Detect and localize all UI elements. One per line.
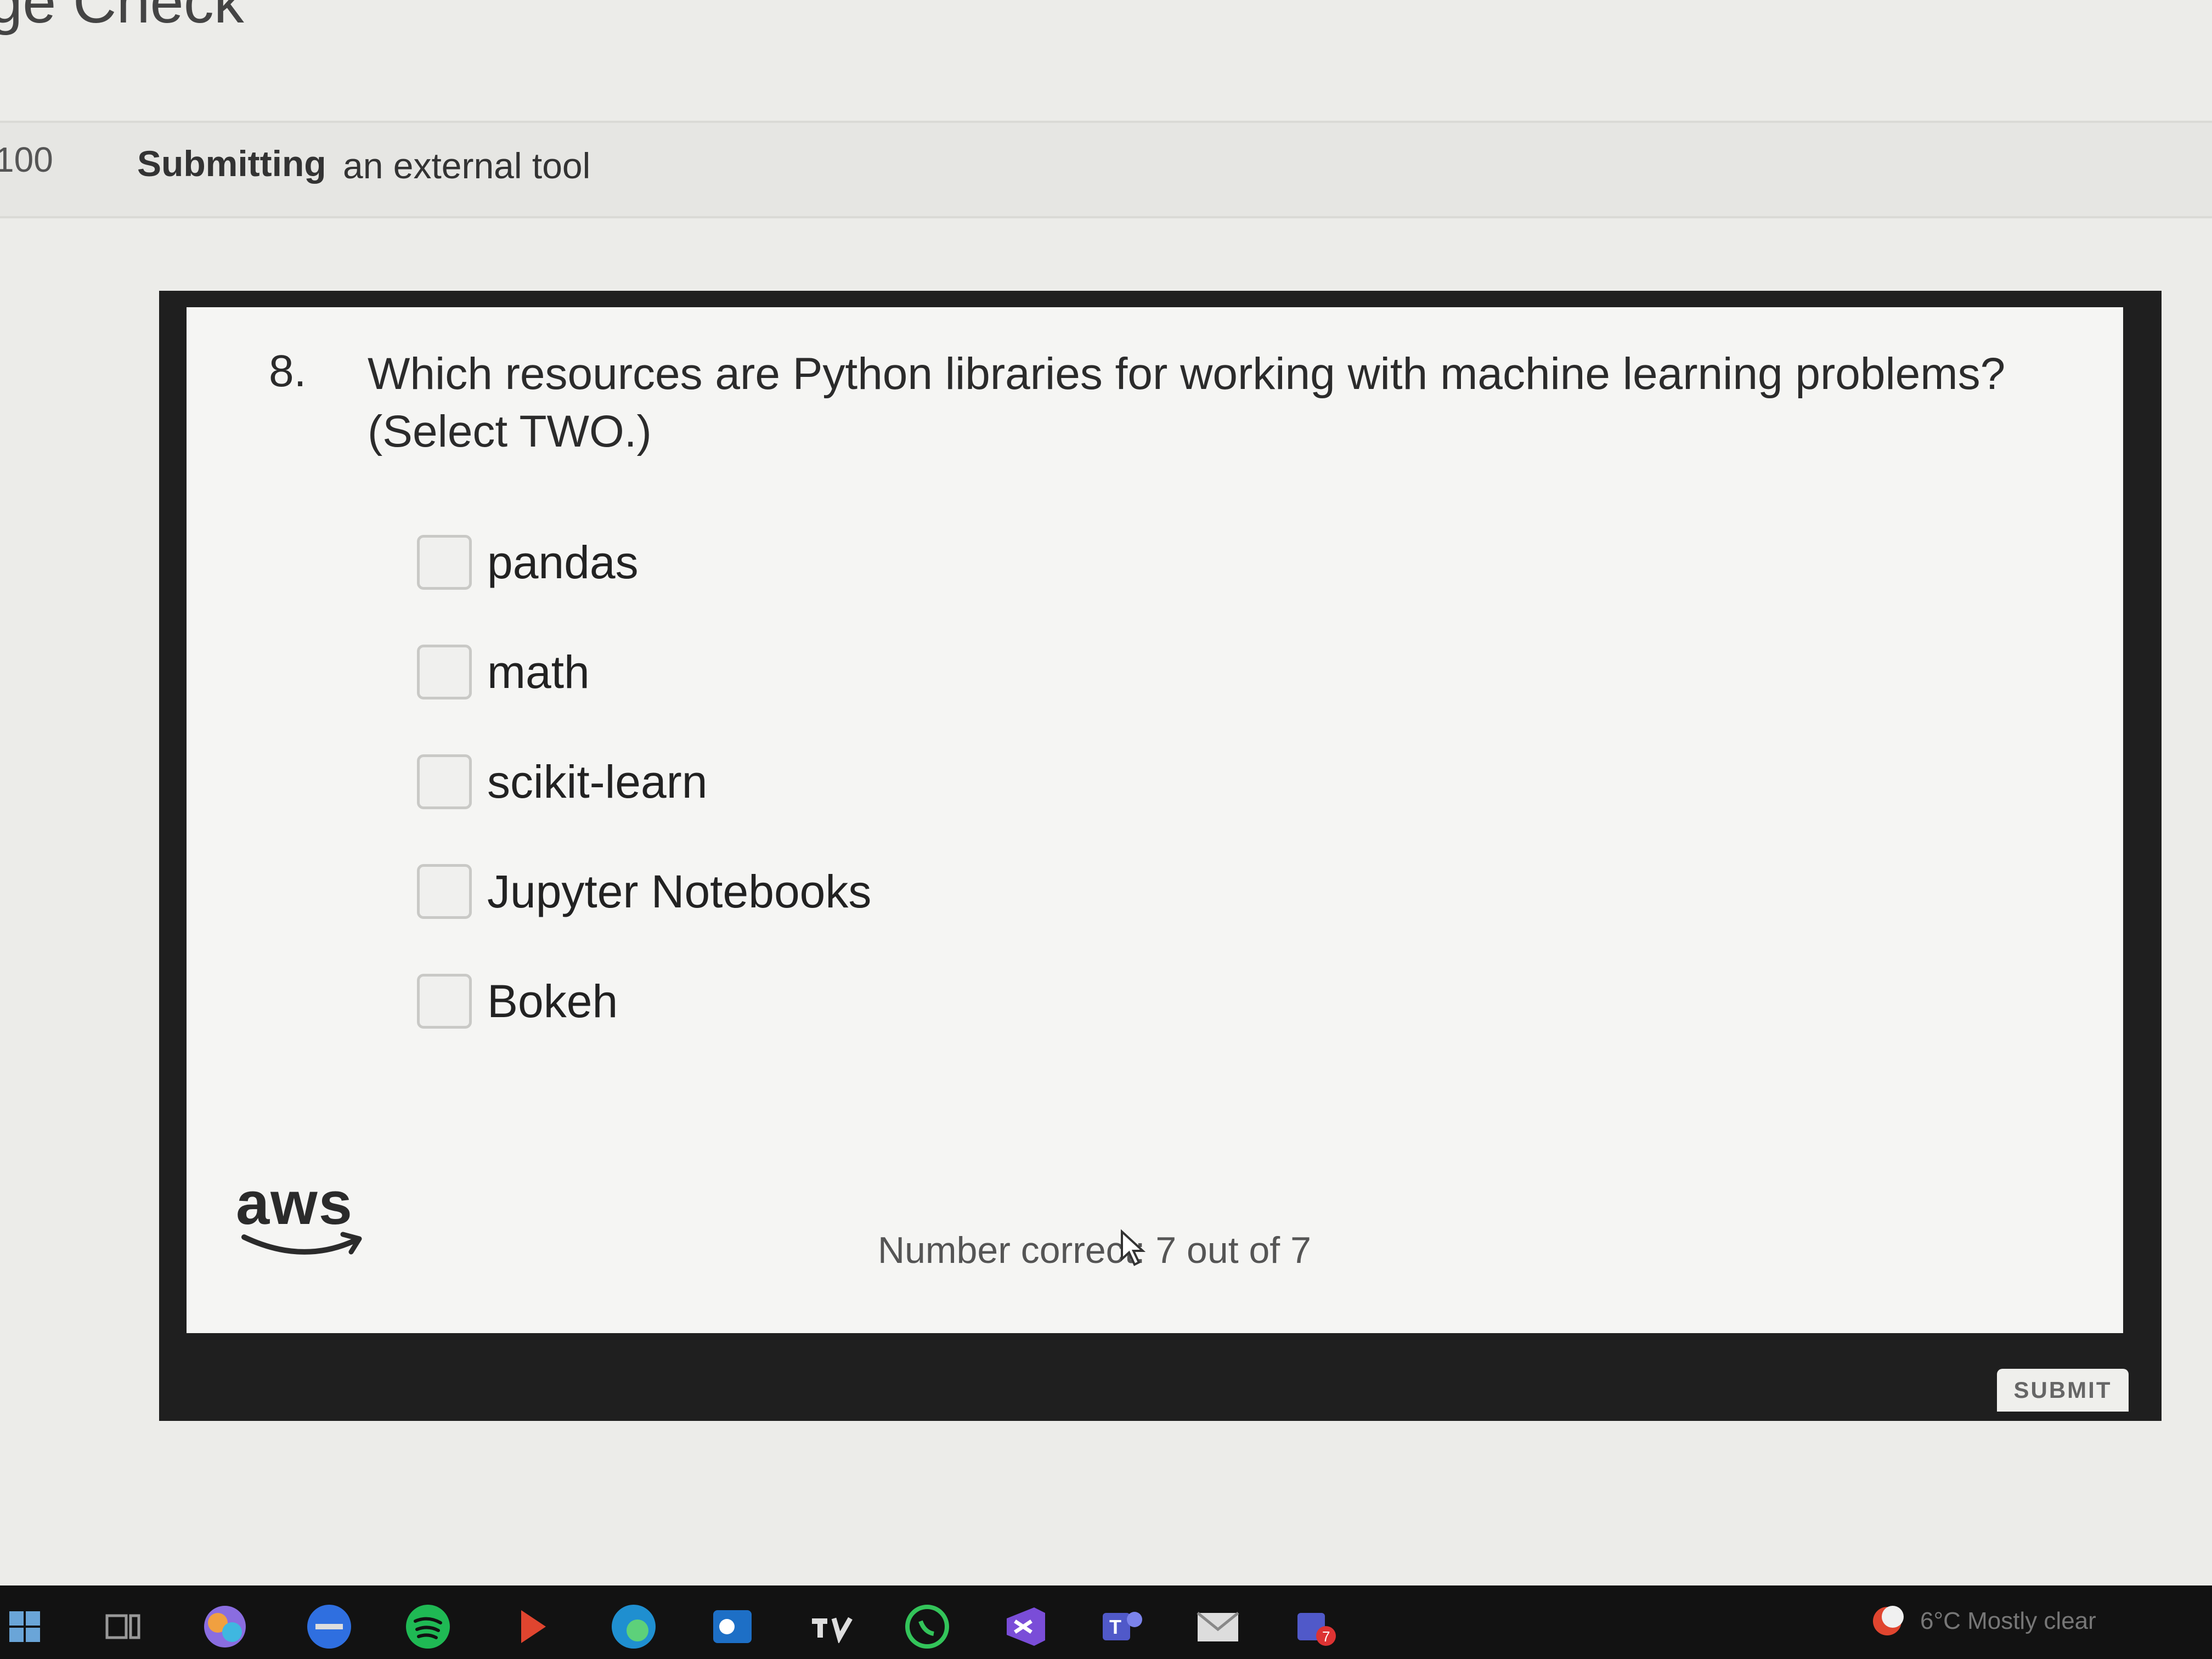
- tradingview-icon[interactable]: [806, 1602, 856, 1651]
- score-text: Number correct: 7 out of 7: [878, 1229, 1311, 1271]
- submit-button[interactable]: SUBMIT: [1997, 1369, 2129, 1412]
- mail-icon[interactable]: [1193, 1602, 1243, 1651]
- question-text: Which resources are Python libraries for…: [368, 349, 2006, 456]
- option-label: Bokeh: [487, 975, 618, 1027]
- mouse-cursor-icon: [1121, 1229, 1146, 1266]
- spotify-icon[interactable]: [403, 1602, 453, 1651]
- checkbox[interactable]: [417, 754, 472, 809]
- teams-notification-icon[interactable]: 7: [1292, 1602, 1341, 1651]
- option-label: scikit-learn: [487, 755, 708, 808]
- option-label: pandas: [487, 536, 639, 588]
- outlook-icon[interactable]: [708, 1602, 757, 1651]
- quiz-frame: 8. Which resources are Python libraries …: [159, 291, 2162, 1421]
- checkbox[interactable]: [417, 864, 472, 919]
- checkbox[interactable]: [417, 535, 472, 590]
- svg-text:7: 7: [1322, 1628, 1330, 1645]
- option-pandas[interactable]: pandas: [417, 532, 871, 592]
- option-jupyter-notebooks[interactable]: Jupyter Notebooks: [417, 861, 871, 922]
- windows-start-icon[interactable]: [0, 1602, 49, 1651]
- points-value: 100: [0, 140, 53, 179]
- option-bokeh[interactable]: Bokeh: [417, 971, 871, 1031]
- option-scikit-learn[interactable]: scikit-learn: [417, 752, 871, 812]
- checkbox[interactable]: [417, 645, 472, 699]
- aws-logo: aws: [236, 1169, 368, 1262]
- svg-text:T: T: [1109, 1616, 1121, 1638]
- whatsapp-icon[interactable]: [902, 1602, 952, 1651]
- teams-icon[interactable]: T: [1097, 1602, 1147, 1651]
- aws-logo-text: aws: [236, 1170, 353, 1237]
- edge-icon[interactable]: [609, 1602, 658, 1651]
- option-math[interactable]: math: [417, 642, 871, 702]
- submitting-value: an external tool: [343, 145, 591, 186]
- page-title: ge Check: [0, 0, 244, 36]
- submitting-label: Submitting: [137, 143, 326, 184]
- media-player-icon[interactable]: [507, 1602, 557, 1651]
- task-view-icon[interactable]: [99, 1602, 148, 1651]
- weather-widget[interactable]: 6°C Mostly clear: [1865, 1599, 2096, 1643]
- quiz-top-bar: [1734, 291, 2162, 303]
- quiz-card: 8. Which resources are Python libraries …: [187, 307, 2123, 1333]
- visual-studio-icon[interactable]: [1001, 1602, 1051, 1651]
- question-number: 8.: [269, 346, 307, 396]
- weather-text: 6°C Mostly clear: [1920, 1607, 2096, 1634]
- copilot-icon[interactable]: [200, 1602, 250, 1651]
- assignment-header: 100 Submitting an external tool: [0, 121, 2212, 218]
- option-label: math: [487, 646, 590, 698]
- checkbox[interactable]: [417, 974, 472, 1029]
- messenger-icon[interactable]: [304, 1602, 354, 1651]
- aws-smile-icon: [241, 1232, 362, 1255]
- weather-icon: [1873, 1606, 1904, 1635]
- answer-options: pandas math scikit-learn Jupyter Noteboo…: [417, 532, 871, 1081]
- option-label: Jupyter Notebooks: [487, 865, 872, 917]
